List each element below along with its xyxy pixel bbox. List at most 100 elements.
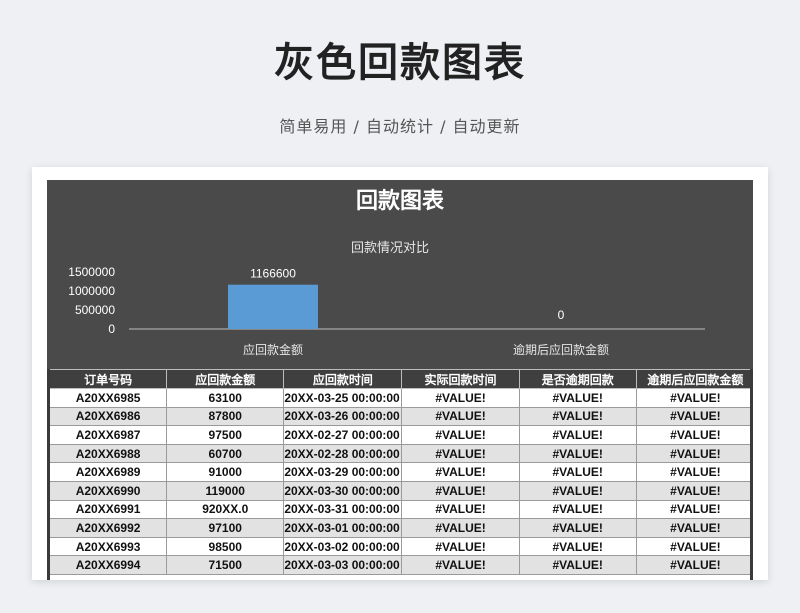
cell-is-overdue[interactable]: #VALUE! — [518, 388, 637, 408]
cell-amount-due[interactable]: 97500 — [166, 425, 285, 445]
cell-due-time[interactable]: 20XX-03-31 00:00:00 — [283, 499, 403, 520]
y-tick-label: 1500000 — [68, 265, 115, 279]
cell-amount-due[interactable]: 71500 — [166, 555, 285, 575]
column-header-amount-due[interactable]: 应回款金额 — [166, 369, 285, 389]
column-header-is-overdue[interactable]: 是否逾期回款 — [518, 369, 637, 389]
table-row: A20XX6986 87800 20XX-03-26 00:00:00 #VAL… — [48, 406, 753, 427]
sheet-left-edge — [47, 369, 50, 580]
cell-actual-time[interactable]: #VALUE! — [401, 388, 520, 408]
cell-order-no[interactable]: A20XX6993 — [48, 536, 168, 557]
cell-overdue-amount[interactable]: #VALUE! — [635, 536, 753, 557]
sheet-right-edge — [750, 369, 753, 580]
column-header-overdue-amount[interactable]: 逾期后应回款金额 — [635, 369, 753, 389]
table-row: A20XX6993 98500 20XX-03-02 00:00:00 #VAL… — [48, 536, 753, 557]
cell-due-time[interactable]: 20XX-03-03 00:00:00 — [283, 555, 403, 575]
cell-is-overdue[interactable]: #VALUE! — [518, 555, 637, 575]
data-label: 0 — [558, 308, 565, 322]
table-row: A20XX6989 91000 20XX-03-29 00:00:00 #VAL… — [48, 462, 753, 482]
table-row: A20XX6994 71500 20XX-03-03 00:00:00 #VAL… — [48, 555, 753, 575]
x-tick-label: 应回款金额 — [243, 342, 303, 357]
cell-overdue-amount[interactable]: #VALUE! — [635, 388, 753, 408]
y-tick-label: 500000 — [75, 303, 115, 317]
cell-overdue-amount[interactable]: #VALUE! — [635, 499, 753, 520]
cell-due-time[interactable]: 20XX-03-26 00:00:00 — [283, 406, 403, 427]
cell-is-overdue[interactable]: #VALUE! — [518, 518, 637, 538]
column-header-actual-time[interactable]: 实际回款时间 — [401, 369, 520, 389]
cell-is-overdue[interactable]: #VALUE! — [518, 443, 637, 464]
page-subtitle: 简单易用 / 自动统计 / 自动更新 — [279, 117, 521, 136]
cell-is-overdue[interactable]: #VALUE! — [518, 480, 637, 501]
cell-is-overdue[interactable]: #VALUE! — [518, 499, 637, 520]
y-tick-label: 1000000 — [68, 284, 115, 298]
page-title: 灰色回款图表 — [274, 40, 526, 86]
cell-order-no[interactable]: A20XX6994 — [48, 555, 168, 575]
cell-amount-due[interactable]: 60700 — [166, 443, 285, 464]
data-label: 1166600 — [250, 267, 296, 281]
cell-amount-due[interactable]: 119000 — [166, 480, 285, 501]
cell-overdue-amount[interactable]: #VALUE! — [635, 406, 753, 427]
table-row: A20XX6987 97500 20XX-02-27 00:00:00 #VAL… — [48, 425, 753, 445]
cell-due-time[interactable]: 20XX-03-25 00:00:00 — [283, 388, 403, 408]
cell-amount-due[interactable]: 920XX.0 — [166, 499, 285, 520]
cell-overdue-amount[interactable]: #VALUE! — [635, 518, 753, 538]
bars-group — [228, 284, 318, 329]
table-row: A20XX6992 97100 20XX-03-01 00:00:00 #VAL… — [48, 518, 753, 538]
cell-overdue-amount[interactable]: #VALUE! — [635, 425, 753, 445]
cell-order-no[interactable]: A20XX6992 — [48, 518, 168, 538]
cell-actual-time[interactable]: #VALUE! — [401, 443, 520, 464]
x-axis-labels: 应回款金额 逾期后应回款金额 — [243, 342, 609, 357]
cell-order-no[interactable]: A20XX6985 — [48, 388, 168, 408]
cell-actual-time[interactable]: #VALUE! — [401, 462, 520, 482]
cell-amount-due[interactable]: 63100 — [166, 388, 285, 408]
cell-amount-due[interactable]: 91000 — [166, 462, 285, 482]
table-row: A20XX6991 920XX.0 20XX-03-31 00:00:00 #V… — [48, 499, 753, 520]
cell-overdue-amount[interactable]: #VALUE! — [635, 480, 753, 501]
payment-table: 订单号码 应回款金额 应回款时间 实际回款时间 是否逾期回款 逾期后应回款金额 … — [48, 369, 753, 575]
cell-actual-time[interactable]: #VALUE! — [401, 536, 520, 557]
cell-actual-time[interactable]: #VALUE! — [401, 406, 520, 427]
column-header-order-no[interactable]: 订单号码 — [48, 369, 168, 389]
cell-is-overdue[interactable]: #VALUE! — [518, 425, 637, 445]
cell-order-no[interactable]: A20XX6989 — [48, 462, 168, 482]
cell-due-time[interactable]: 20XX-02-27 00:00:00 — [283, 425, 403, 445]
cell-due-time[interactable]: 20XX-02-28 00:00:00 — [283, 443, 403, 464]
table-header-row: 订单号码 应回款金额 应回款时间 实际回款时间 是否逾期回款 逾期后应回款金额 — [48, 369, 753, 389]
cell-order-no[interactable]: A20XX6986 — [48, 406, 168, 427]
cell-order-no[interactable]: A20XX6990 — [48, 480, 168, 501]
cell-order-no[interactable]: A20XX6988 — [48, 443, 168, 464]
column-header-due-time[interactable]: 应回款时间 — [283, 369, 403, 389]
cell-order-no[interactable]: A20XX6987 — [48, 425, 168, 445]
cell-is-overdue[interactable]: #VALUE! — [518, 536, 637, 557]
cell-amount-due[interactable]: 87800 — [166, 406, 285, 427]
cell-overdue-amount[interactable]: #VALUE! — [635, 555, 753, 575]
cell-due-time[interactable]: 20XX-03-02 00:00:00 — [283, 536, 403, 557]
cell-actual-time[interactable]: #VALUE! — [401, 555, 520, 575]
cell-order-no[interactable]: A20XX6991 — [48, 499, 168, 520]
cell-is-overdue[interactable]: #VALUE! — [518, 406, 637, 427]
cell-due-time[interactable]: 20XX-03-01 00:00:00 — [283, 518, 403, 538]
payment-chart[interactable]: 回款图表 回款情况对比 1500000 1000000 500000 0 116660… — [47, 180, 753, 369]
table-row: A20XX6985 63100 20XX-03-25 00:00:00 #VAL… — [48, 388, 753, 408]
table-row: A20XX6990 119000 20XX-03-30 00:00:00 #VA… — [48, 480, 753, 501]
cell-due-time[interactable]: 20XX-03-30 00:00:00 — [283, 480, 403, 501]
sheet-title: 回款图表 — [356, 188, 445, 214]
chart-panel[interactable]: 回款图表 回款情况对比 1500000 1000000 500000 0 116660… — [47, 180, 753, 369]
spreadsheet-sheet: 回款图表 回款情况对比 1500000 1000000 500000 0 116660… — [47, 180, 753, 580]
cell-amount-due[interactable]: 98500 — [166, 536, 285, 557]
spreadsheet-card: 回款图表 回款情况对比 1500000 1000000 500000 0 116660… — [32, 167, 768, 580]
cell-actual-time[interactable]: #VALUE! — [401, 480, 520, 501]
cell-amount-due[interactable]: 97100 — [166, 518, 285, 538]
bar[interactable] — [228, 284, 318, 329]
cell-due-time[interactable]: 20XX-03-29 00:00:00 — [283, 462, 403, 482]
cell-actual-time[interactable]: #VALUE! — [401, 425, 520, 445]
cell-overdue-amount[interactable]: #VALUE! — [635, 462, 753, 482]
x-tick-label: 逾期后应回款金额 — [513, 342, 609, 357]
y-axis-ticks: 1500000 1000000 500000 0 — [68, 265, 115, 336]
cell-actual-time[interactable]: #VALUE! — [401, 518, 520, 538]
y-tick-label: 0 — [108, 322, 115, 336]
cell-is-overdue[interactable]: #VALUE! — [518, 462, 637, 482]
cell-actual-time[interactable]: #VALUE! — [401, 499, 520, 520]
chart-title: 回款情况对比 — [351, 241, 429, 256]
cell-overdue-amount[interactable]: #VALUE! — [635, 443, 753, 464]
data-table-container: 订单号码 应回款金额 应回款时间 实际回款时间 是否逾期回款 逾期后应回款金额 … — [47, 369, 753, 580]
